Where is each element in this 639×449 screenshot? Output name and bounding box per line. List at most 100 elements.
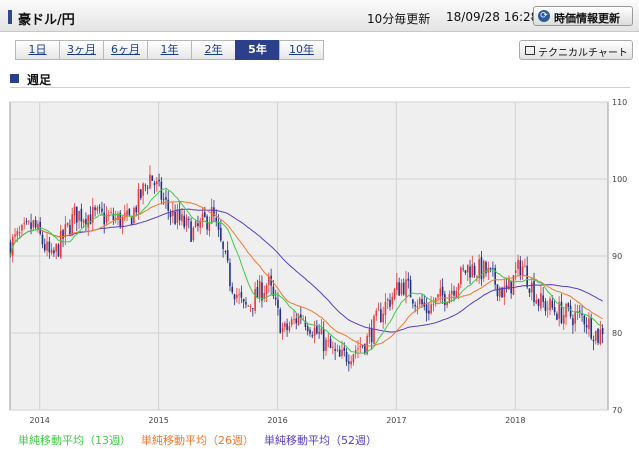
candle-body <box>533 280 535 303</box>
candle-body <box>286 323 288 330</box>
candle-body <box>103 212 106 225</box>
candle-body <box>89 214 92 225</box>
candle-body <box>414 304 416 307</box>
candle-body <box>457 284 460 290</box>
tab-2y[interactable]: 2年 <box>191 40 236 60</box>
candle-body <box>350 361 352 365</box>
candle-body <box>306 326 309 332</box>
candle-body <box>82 220 85 223</box>
candle-body <box>592 339 595 342</box>
candle-body <box>53 250 55 254</box>
candle-body <box>407 278 410 281</box>
candle-body <box>489 267 492 270</box>
legend-ma13: 単純移動平均（13週） <box>18 434 131 447</box>
weekly-chart: 70 80 90 100 110 2014 2015 2016 2017 2018 <box>9 98 627 425</box>
candle-body <box>190 221 192 242</box>
timestamp: 18/09/28 16:28 <box>446 10 539 24</box>
candle-body <box>208 222 211 231</box>
candle-body <box>87 215 90 228</box>
refresh-button[interactable]: ⟳ 時価情報更新 <box>533 6 633 26</box>
tab-5y[interactable]: 5年 <box>235 40 280 60</box>
legend: 単純移動平均（13週） 単純移動平均（26週） 単純移動平均（52週） <box>18 432 377 448</box>
tab-3m[interactable]: 3ヶ月 <box>59 40 104 60</box>
candle-body <box>428 310 430 314</box>
candle-body <box>471 264 474 278</box>
candle-body <box>320 328 323 335</box>
candle-body <box>80 208 83 222</box>
technical-chart-button[interactable]: テクニカルチャート <box>519 40 633 60</box>
candle-body <box>309 329 311 334</box>
candle-body <box>439 288 442 297</box>
candle-body <box>375 310 378 317</box>
candle-body <box>562 315 565 324</box>
candle-body <box>540 293 542 309</box>
candle-body <box>599 329 602 344</box>
candle-body <box>578 310 581 312</box>
candle-body <box>597 328 599 343</box>
candle-body <box>405 279 407 297</box>
candle-body <box>514 270 517 273</box>
candle-body <box>588 318 590 330</box>
candle-body <box>574 312 576 324</box>
tab-1d[interactable]: 1日 <box>15 40 60 60</box>
candle-body <box>329 338 332 348</box>
candle-body <box>594 330 597 341</box>
candle-body <box>101 208 103 212</box>
candle-body <box>165 197 167 200</box>
candle-body <box>238 294 240 296</box>
candle-body <box>549 298 551 311</box>
candle-body <box>130 216 133 226</box>
candle-body <box>455 290 458 298</box>
candle-body <box>23 223 25 225</box>
candle-body <box>393 289 396 299</box>
candle-body <box>430 304 432 314</box>
technical-chart-label: テクニカルチャート <box>538 48 628 59</box>
candle-body <box>325 339 327 351</box>
candle-body <box>425 304 428 313</box>
candle-body <box>295 318 298 324</box>
candle-body <box>464 270 467 274</box>
candle-body <box>167 199 170 211</box>
candle-body <box>183 215 186 228</box>
candle-body <box>396 282 398 291</box>
tab-6m[interactable]: 6ヶ月 <box>103 40 148 60</box>
candle-body <box>249 306 252 307</box>
candle-body <box>197 223 199 227</box>
candle-body <box>542 295 544 302</box>
tab-1y[interactable]: 1年 <box>147 40 192 60</box>
candle-body <box>446 302 448 306</box>
candle-body <box>151 175 154 181</box>
candle-body <box>21 225 23 231</box>
candle-body <box>567 303 570 307</box>
candle-body <box>510 280 512 294</box>
candle-body <box>338 349 341 357</box>
candle-body <box>158 179 160 182</box>
candle-body <box>55 244 58 252</box>
candle-body <box>318 332 320 334</box>
candle-body <box>274 297 277 300</box>
candle-body <box>258 280 261 299</box>
candle-body <box>389 299 391 307</box>
candle-body <box>94 207 96 211</box>
period-tabs: 1日 3ヶ月 6ヶ月 1年 2年 5年 10年 <box>15 40 324 60</box>
candle-body <box>528 288 531 293</box>
candle-body <box>469 266 471 278</box>
candle-body <box>345 352 348 362</box>
candle-body <box>32 220 35 228</box>
candle-body <box>585 325 588 328</box>
candle-body <box>137 189 140 213</box>
candle-body <box>73 206 76 216</box>
candle-body <box>201 213 204 221</box>
candle-body <box>144 185 147 187</box>
tab-10y[interactable]: 10年 <box>279 40 324 60</box>
candle-body <box>162 198 165 200</box>
candle-body <box>64 224 67 237</box>
legend-ma26: 単純移動平均（26週） <box>141 434 254 447</box>
candle-body <box>583 315 586 325</box>
candle-body <box>204 212 206 217</box>
candle-body <box>242 299 245 302</box>
candle-body <box>386 299 389 301</box>
candle-body <box>178 209 181 221</box>
candle-body <box>96 207 99 211</box>
candle-body <box>565 303 567 318</box>
